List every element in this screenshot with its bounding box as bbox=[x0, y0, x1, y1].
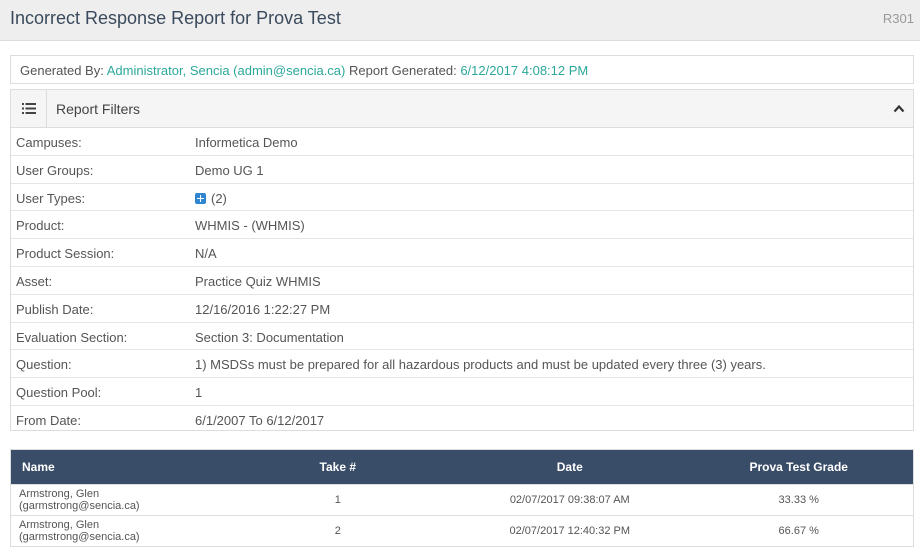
filter-row-publish-date: Publish Date: 12/16/2016 1:22:27 PM bbox=[11, 295, 913, 323]
page-title: Incorrect Response Report for Prova Test bbox=[10, 8, 341, 28]
filter-row-asset: Asset: Practice Quiz WHMIS bbox=[11, 267, 913, 295]
table-header: Name Take # Date Prova Test Grade bbox=[11, 450, 913, 484]
cell-grade: 33.33 % bbox=[778, 494, 819, 506]
report-generated-label: Report Generated: bbox=[349, 63, 457, 78]
filter-value: WHMIS - (WHMIS) bbox=[195, 218, 305, 234]
column-header-date[interactable]: Date bbox=[455, 460, 684, 474]
filter-label: Product: bbox=[16, 218, 65, 234]
filter-row-product-session: Product Session: N/A bbox=[11, 239, 913, 267]
report-filters-header[interactable]: Report Filters bbox=[11, 90, 913, 128]
cell-take: 1 bbox=[334, 494, 341, 506]
filter-value: Informetica Demo bbox=[195, 135, 298, 150]
column-header-name[interactable]: Name bbox=[11, 460, 221, 474]
report-generated-value: 6/12/2017 4:08:12 PM bbox=[460, 63, 589, 78]
filter-value: Practice Quiz WHMIS bbox=[195, 273, 321, 289]
page-header: Incorrect Response Report for Prova Test… bbox=[0, 0, 920, 41]
report-code: R301 bbox=[882, 11, 914, 26]
filter-value: N/A bbox=[195, 246, 217, 262]
generated-info-bar: Generated By: Administrator, Sencia (adm… bbox=[10, 55, 914, 84]
filter-value: Demo UG 1 bbox=[195, 162, 264, 178]
filter-value: 12/16/2016 1:22:27 PM bbox=[195, 301, 331, 317]
report-filters-panel: Report Filters Campuses: Informetica Dem… bbox=[10, 89, 914, 431]
column-header-grade[interactable]: Prova Test Grade bbox=[685, 460, 913, 474]
filter-label: Question: bbox=[16, 357, 72, 373]
filter-row-question: Question: 1) MSDSs must be prepared for … bbox=[11, 350, 913, 379]
chevron-up-icon[interactable] bbox=[893, 101, 905, 116]
filter-value-wrap: (2) bbox=[195, 191, 227, 206]
filter-row-from-date: From Date: 6/1/2007 To 6/12/2017 bbox=[11, 406, 913, 434]
results-table: Name Take # Date Prova Test Grade Armstr… bbox=[10, 449, 914, 547]
filter-value: 6/1/2007 To 6/12/2017 bbox=[195, 412, 325, 428]
filter-row-campuses: Campuses: Informetica Demo bbox=[11, 128, 913, 156]
filter-row-user-groups: User Groups: Demo UG 1 bbox=[11, 156, 913, 184]
filter-label: Evaluation Section: bbox=[16, 329, 128, 345]
table-row[interactable]: Armstrong, Glen (garmstrong@sencia.ca) 1… bbox=[11, 484, 913, 515]
cell-take: 2 bbox=[334, 525, 341, 537]
table-row[interactable]: Armstrong, Glen (garmstrong@sencia.ca) 2… bbox=[11, 515, 913, 546]
filter-label: Question Pool: bbox=[16, 385, 102, 401]
filter-row-user-types: User Types: (2) bbox=[11, 184, 913, 212]
generated-by-label: Generated By: bbox=[20, 63, 104, 78]
generated-by-value: Administrator, Sencia (admin@sencia.ca) bbox=[106, 63, 346, 78]
filter-value: (2) bbox=[211, 190, 227, 206]
cell-date: 02/07/2017 09:38:07 AM bbox=[509, 494, 630, 506]
filter-label: Campuses: bbox=[16, 135, 82, 150]
expand-plus-icon[interactable] bbox=[195, 192, 206, 204]
column-header-take[interactable]: Take # bbox=[221, 460, 455, 474]
filter-label: Asset: bbox=[16, 273, 53, 289]
filter-label: Publish Date: bbox=[16, 301, 94, 317]
filter-row-product: Product: WHMIS - (WHMIS) bbox=[11, 211, 913, 240]
filter-label: User Groups: bbox=[16, 162, 94, 178]
filter-row-evaluation-section: Evaluation Section: Section 3: Documenta… bbox=[11, 323, 913, 351]
list-icon bbox=[11, 90, 47, 127]
cell-name: Armstrong, Glen (garmstrong@sencia.ca) bbox=[19, 488, 140, 512]
filter-label: User Types: bbox=[16, 190, 86, 206]
filter-row-question-pool: Question Pool: 1 bbox=[11, 378, 913, 406]
filter-value: 1) MSDSs must be prepared for all hazard… bbox=[195, 357, 766, 373]
filter-value: 1 bbox=[195, 385, 203, 401]
cell-date: 02/07/2017 12:40:32 PM bbox=[509, 525, 630, 537]
cell-grade: 66.67 % bbox=[778, 525, 819, 537]
filter-label: From Date: bbox=[16, 412, 82, 428]
report-filters-title: Report Filters bbox=[56, 101, 141, 117]
filter-value: Section 3: Documentation bbox=[195, 329, 344, 345]
cell-name: Armstrong, Glen (garmstrong@sencia.ca) bbox=[19, 519, 140, 543]
filter-label: Product Session: bbox=[16, 246, 115, 262]
